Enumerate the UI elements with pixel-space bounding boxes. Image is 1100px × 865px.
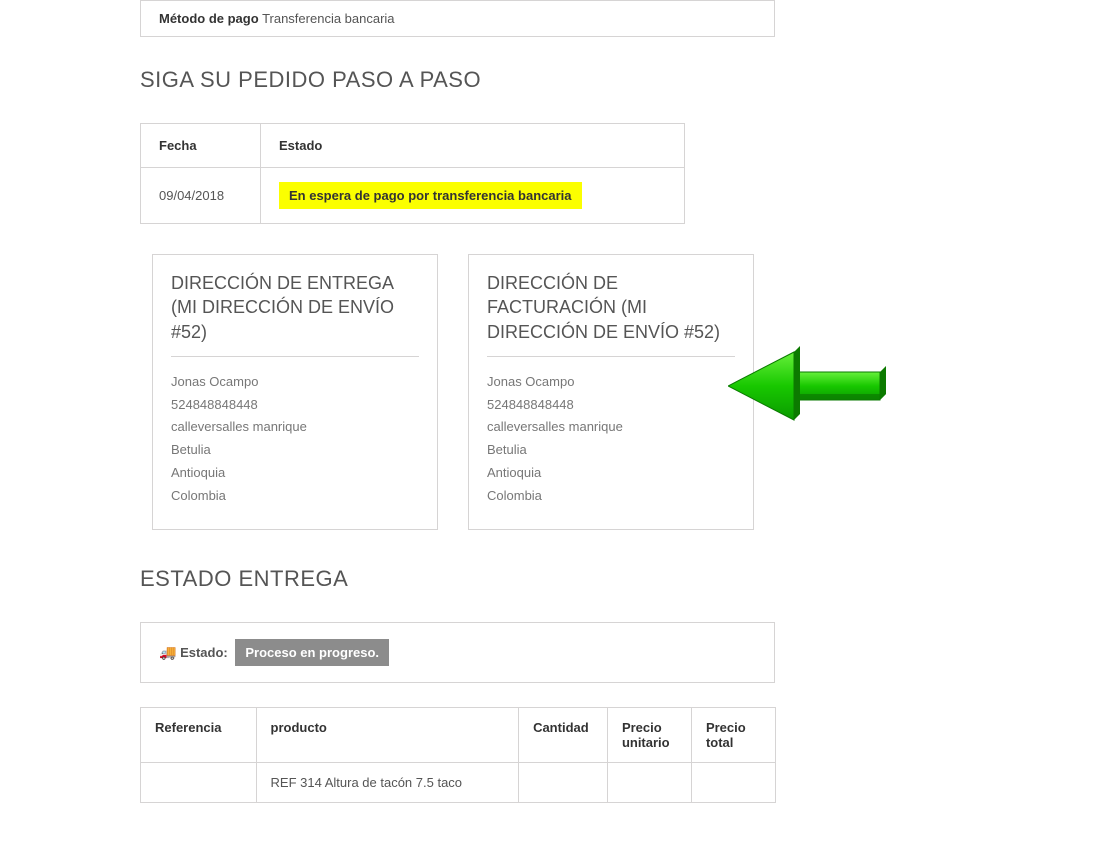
delivery-status-title: ESTADO ENTREGA <box>140 566 960 592</box>
products-header-product: producto <box>256 708 519 763</box>
tracking-status-cell: En espera de pago por transferencia banc… <box>261 168 685 224</box>
addr-line: 524848848448 <box>171 394 419 417</box>
product-name-cell: REF 314 Altura de tacón 7.5 taco <box>256 763 519 803</box>
addr-line: calleversalles manrique <box>487 416 735 439</box>
addr-line: Jonas Ocampo <box>487 371 735 394</box>
delivery-status-box: 🚚 Estado: Proceso en progreso. <box>140 622 775 683</box>
addr-line: Colombia <box>487 485 735 508</box>
invoice-address-title: DIRECCIÓN DE FACTURACIÓN (MI DIRECCIÓN D… <box>487 271 735 357</box>
product-ref-cell <box>141 763 257 803</box>
addr-line: Jonas Ocampo <box>171 371 419 394</box>
tracking-header-status: Estado <box>261 124 685 168</box>
status-badge: En espera de pago por transferencia banc… <box>279 182 582 209</box>
addr-line: 524848848448 <box>487 394 735 417</box>
addr-line: Betulia <box>171 439 419 462</box>
delivery-status-label: Estado: <box>180 645 228 660</box>
invoice-address-card: DIRECCIÓN DE FACTURACIÓN (MI DIRECCIÓN D… <box>468 254 754 530</box>
addr-line: Antioquia <box>171 462 419 485</box>
addr-line: Colombia <box>171 485 419 508</box>
product-total-cell <box>691 763 775 803</box>
tracking-title: SIGA SU PEDIDO PASO A PASO <box>140 67 960 93</box>
table-row: 09/04/2018 En espera de pago por transfe… <box>141 168 685 224</box>
delivery-status-chip: Proceso en progreso. <box>235 639 389 666</box>
table-row: REF 314 Altura de tacón 7.5 taco <box>141 763 776 803</box>
products-header-unit: Precio unitario <box>607 708 691 763</box>
delivery-address-title: DIRECCIÓN DE ENTREGA (MI DIRECCIÓN DE EN… <box>171 271 419 357</box>
address-row: DIRECCIÓN DE ENTREGA (MI DIRECCIÓN DE EN… <box>152 254 960 530</box>
product-unit-cell <box>607 763 691 803</box>
addr-line: Antioquia <box>487 462 735 485</box>
payment-method-box: Método de pago Transferencia bancaria <box>140 0 775 37</box>
product-qty-cell <box>519 763 608 803</box>
tracking-header-date: Fecha <box>141 124 261 168</box>
tracking-date-cell: 09/04/2018 <box>141 168 261 224</box>
payment-method-value: Transferencia bancaria <box>262 11 394 26</box>
annotation-arrow-icon <box>728 346 888 431</box>
delivery-address-card: DIRECCIÓN DE ENTREGA (MI DIRECCIÓN DE EN… <box>152 254 438 530</box>
products-table: Referencia producto Cantidad Precio unit… <box>140 707 776 803</box>
addr-line: calleversalles manrique <box>171 416 419 439</box>
products-header-ref: Referencia <box>141 708 257 763</box>
products-header-qty: Cantidad <box>519 708 608 763</box>
addr-line: Betulia <box>487 439 735 462</box>
payment-method-label: Método de pago <box>159 11 259 26</box>
truck-icon: 🚚 <box>159 644 176 660</box>
products-header-total: Precio total <box>691 708 775 763</box>
tracking-table: Fecha Estado 09/04/2018 En espera de pag… <box>140 123 685 224</box>
